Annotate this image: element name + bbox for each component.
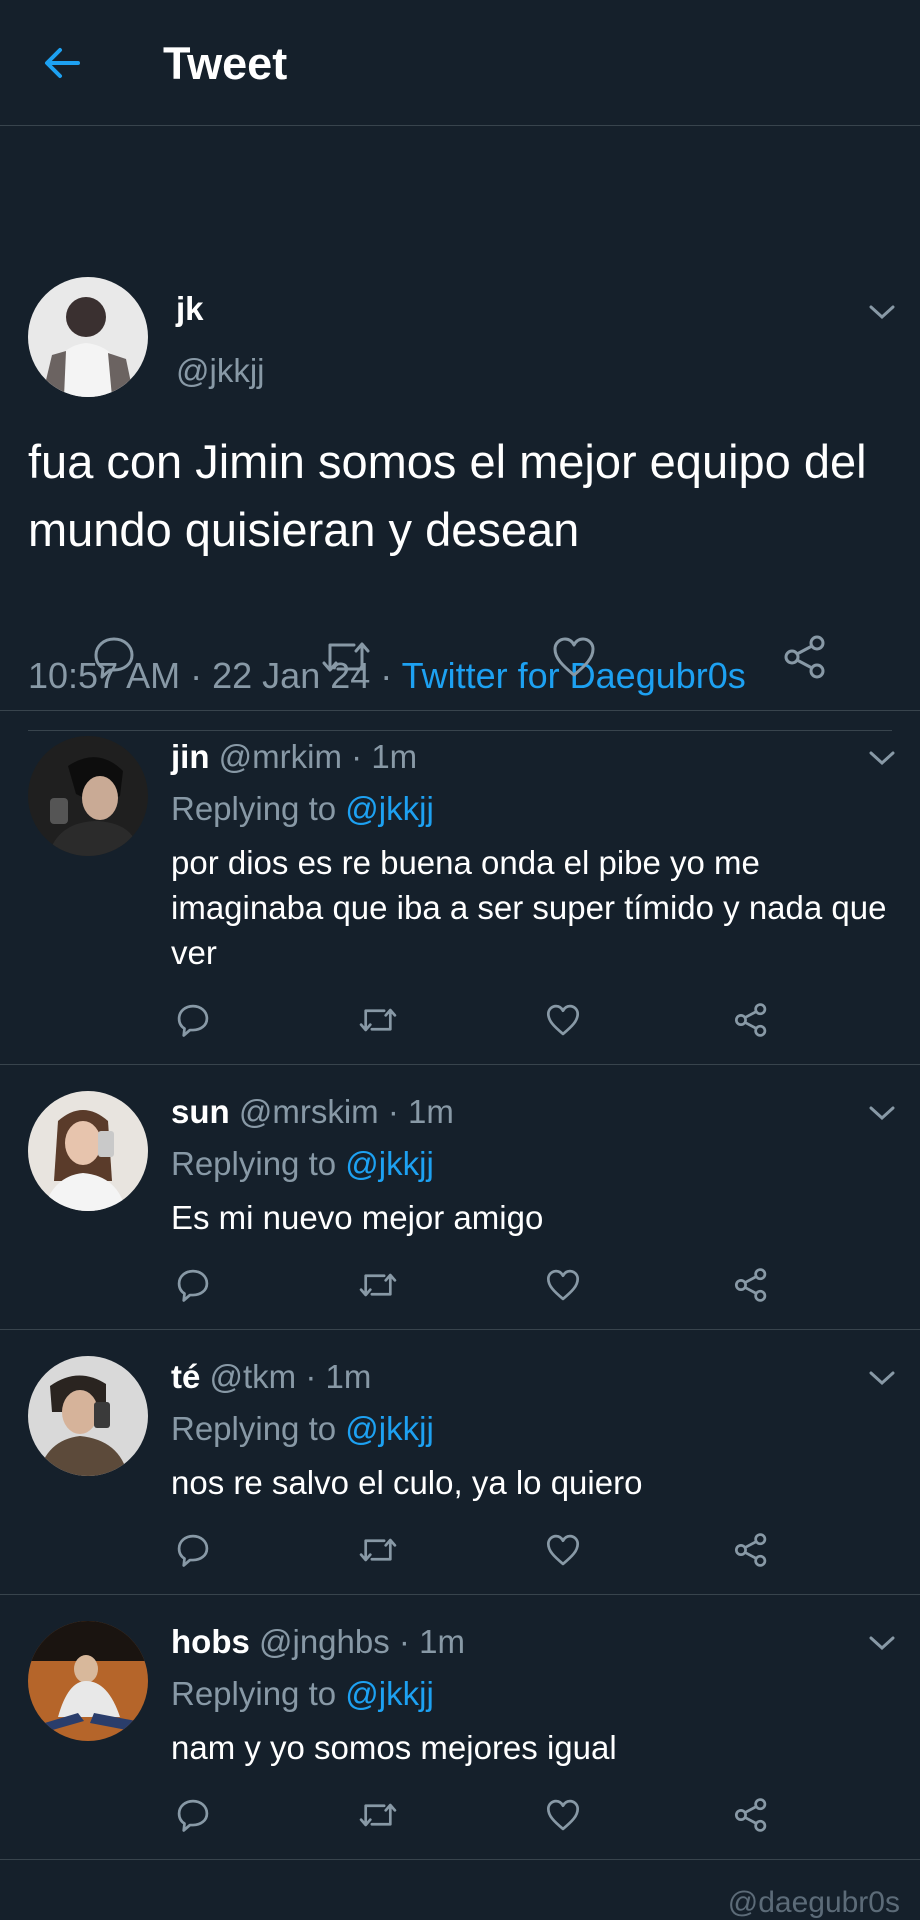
retweet-icon[interactable] bbox=[358, 1798, 398, 1837]
reply-icon[interactable] bbox=[176, 1003, 210, 1042]
retweet-icon[interactable] bbox=[358, 1003, 398, 1042]
replying-to-link[interactable]: @jkkjj bbox=[345, 1145, 434, 1182]
meta-separator: · bbox=[398, 1623, 420, 1660]
reply-item[interactable]: sun @mrskim · 1m Replying to @jkkjj Es m… bbox=[0, 1065, 920, 1330]
replying-to-link[interactable]: @jkkjj bbox=[345, 790, 434, 827]
reply-author-handle[interactable]: @mrkim bbox=[219, 738, 342, 775]
like-icon[interactable] bbox=[546, 1268, 580, 1307]
chevron-down-icon[interactable] bbox=[867, 1103, 897, 1123]
replies-list: jin @mrkim · 1m Replying to @jkkjj por d… bbox=[0, 710, 920, 1860]
reply-author-handle[interactable]: @mrskim bbox=[239, 1093, 379, 1130]
avatar[interactable] bbox=[28, 1356, 148, 1476]
share-icon[interactable] bbox=[734, 1268, 768, 1307]
tweet-text: fua con Jimin somos el mejor equipo del … bbox=[28, 435, 867, 556]
share-icon[interactable] bbox=[734, 1533, 768, 1572]
reply-time: 1m bbox=[408, 1093, 454, 1130]
avatar[interactable] bbox=[28, 277, 148, 397]
share-icon[interactable] bbox=[734, 1798, 768, 1837]
chevron-down-icon[interactable] bbox=[867, 1368, 897, 1388]
page-title: Tweet bbox=[163, 38, 288, 89]
reply-author-handle[interactable]: @jnghbs bbox=[259, 1623, 390, 1660]
reply-item[interactable]: jin @mrkim · 1m Replying to @jkkjj por d… bbox=[0, 710, 920, 1065]
chevron-down-icon[interactable] bbox=[867, 748, 897, 768]
author-name[interactable]: jk bbox=[176, 290, 204, 328]
reply-header: té @tkm · 1m bbox=[171, 1358, 371, 1396]
reply-item[interactable]: té @tkm · 1m Replying to @jkkjj nos re s… bbox=[0, 1330, 920, 1595]
chevron-down-icon[interactable] bbox=[867, 1633, 897, 1653]
share-icon[interactable] bbox=[783, 635, 827, 684]
meta-separator: · bbox=[351, 738, 372, 775]
replying-label: Replying to bbox=[171, 1675, 337, 1712]
reply-text: nos re salvo el culo, ya lo quiero bbox=[171, 1464, 643, 1501]
reply-icon[interactable] bbox=[176, 1268, 210, 1307]
like-icon[interactable] bbox=[546, 1533, 580, 1572]
replying-label: Replying to bbox=[171, 790, 337, 827]
reply-icon[interactable] bbox=[92, 635, 136, 684]
replying-label: Replying to bbox=[171, 1145, 337, 1182]
share-icon[interactable] bbox=[734, 1003, 768, 1042]
reply-action-bar bbox=[0, 1527, 920, 1577]
main-action-bar bbox=[0, 625, 920, 685]
main-tweet: jk @jkkjj fua con Jimin somos el mejor e… bbox=[0, 126, 920, 731]
reply-author-handle[interactable]: @tkm bbox=[210, 1358, 297, 1395]
reply-text: nam y yo somos mejores igual bbox=[171, 1729, 617, 1766]
reply-header: hobs @jnghbs · 1m bbox=[171, 1623, 465, 1661]
replying-to-link[interactable]: @jkkjj bbox=[345, 1410, 434, 1447]
reply-author-name[interactable]: sun bbox=[171, 1093, 230, 1130]
avatar[interactable] bbox=[28, 736, 148, 856]
avatar[interactable] bbox=[28, 1091, 148, 1211]
meta-separator: · bbox=[387, 1093, 408, 1130]
like-icon[interactable] bbox=[546, 1003, 580, 1042]
reply-action-bar bbox=[0, 997, 920, 1047]
retweet-icon[interactable] bbox=[358, 1533, 398, 1572]
reply-text: Es mi nuevo mejor amigo bbox=[171, 1199, 544, 1236]
like-icon[interactable] bbox=[552, 635, 596, 684]
author-handle[interactable]: @jkkjj bbox=[176, 352, 265, 390]
reply-action-bar bbox=[0, 1262, 920, 1312]
replying-to: Replying to @jkkjj bbox=[171, 1675, 434, 1713]
reply-author-name[interactable]: té bbox=[171, 1358, 200, 1395]
reply-icon[interactable] bbox=[176, 1798, 210, 1837]
replying-to-link[interactable]: @jkkjj bbox=[345, 1675, 434, 1712]
chevron-down-icon[interactable] bbox=[867, 302, 897, 322]
reply-item[interactable]: hobs @jnghbs · 1m Replying to @jkkjj nam… bbox=[0, 1595, 920, 1860]
retweet-icon[interactable] bbox=[358, 1268, 398, 1307]
top-bar: Tweet bbox=[0, 0, 920, 126]
reply-text: por dios es re buena onda el pibe yo me … bbox=[171, 844, 887, 971]
meta-separator: · bbox=[305, 1358, 326, 1395]
reply-action-bar bbox=[0, 1792, 920, 1842]
reply-header: sun @mrskim · 1m bbox=[171, 1093, 454, 1131]
retweet-icon[interactable] bbox=[320, 635, 372, 684]
reply-time: 1m bbox=[325, 1358, 372, 1395]
like-icon[interactable] bbox=[546, 1798, 580, 1837]
reply-time: 1m bbox=[419, 1623, 465, 1660]
replying-to: Replying to @jkkjj bbox=[171, 1410, 434, 1448]
watermark: @daegubr0s bbox=[727, 1886, 900, 1919]
reply-icon[interactable] bbox=[176, 1533, 210, 1572]
replying-to: Replying to @jkkjj bbox=[171, 790, 434, 828]
reply-time: 1m bbox=[371, 738, 418, 775]
reply-header: jin @mrkim · 1m bbox=[171, 738, 417, 776]
replying-to: Replying to @jkkjj bbox=[171, 1145, 434, 1183]
reply-author-name[interactable]: hobs bbox=[171, 1623, 250, 1660]
avatar[interactable] bbox=[28, 1621, 148, 1741]
reply-author-name[interactable]: jin bbox=[171, 738, 210, 775]
replying-label: Replying to bbox=[171, 1410, 337, 1447]
back-arrow-icon[interactable] bbox=[38, 38, 88, 88]
